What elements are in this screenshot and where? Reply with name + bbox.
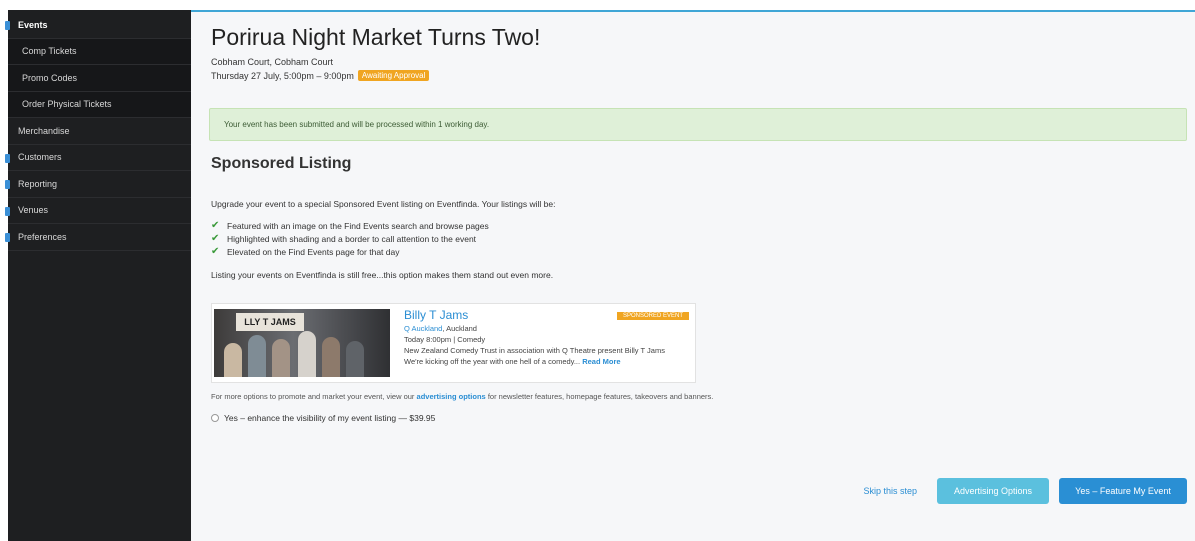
read-more-link[interactable]: Read More xyxy=(582,357,620,366)
sidebar-item-label: Comp Tickets xyxy=(22,46,77,57)
sidebar-item-merchandise[interactable]: Merchandise xyxy=(8,118,191,145)
alert-message: Your event has been submitted and will b… xyxy=(224,120,490,129)
venue-link[interactable]: Q Auckland xyxy=(404,324,442,333)
event-datetime: Thursday 27 July, 5:00pm – 9:00pm xyxy=(211,70,354,81)
app-frame: Events Comp Tickets Promo Codes Order Ph… xyxy=(5,10,1195,541)
person-figure xyxy=(322,337,340,377)
success-alert: Your event has been submitted and will b… xyxy=(209,108,1187,141)
sidebar-item-label: Events xyxy=(18,19,48,30)
benefit-text: Elevated on the Find Events page for tha… xyxy=(227,246,400,257)
benefits-list: ✔ Featured with an image on the Find Even… xyxy=(211,219,1187,258)
upgrade-option[interactable]: Yes – enhance the visibility of my event… xyxy=(211,413,1187,423)
desc-text: We're kicking off the year with one hell… xyxy=(404,357,581,366)
skip-step-link[interactable]: Skip this step xyxy=(863,486,917,496)
sidebar-item-order-physical-tickets[interactable]: Order Physical Tickets xyxy=(8,91,191,118)
sponsored-intro: Upgrade your event to a special Sponsore… xyxy=(211,199,556,209)
person-figure xyxy=(346,341,364,377)
status-badge: Awaiting Approval xyxy=(357,70,430,81)
sidebar-item-label: Preferences xyxy=(18,231,67,242)
sidebar-item-comp-tickets[interactable]: Comp Tickets xyxy=(8,38,191,65)
sidebar-item-label: Reporting xyxy=(18,178,58,189)
sidebar-item-label: Venues xyxy=(18,205,49,216)
sidebar-item-label: Promo Codes xyxy=(22,72,78,83)
sidebar-item-promo-codes[interactable]: Promo Codes xyxy=(8,65,191,92)
person-figure xyxy=(248,335,266,377)
person-figure xyxy=(272,339,290,377)
free-note: Listing your events on Eventfinda is sti… xyxy=(211,270,554,280)
person-figure xyxy=(224,343,242,377)
sidebar-item-label: Merchandise xyxy=(18,125,70,136)
example-listing-card: LLY T JAMS Billy T Jams Q Auckland, Auck… xyxy=(211,303,696,383)
event-venue: Cobham Court, Cobham Court xyxy=(211,57,334,67)
section-title: Sponsored Listing xyxy=(211,155,352,172)
benefit-text: Highlighted with shading and a border to… xyxy=(227,233,477,244)
sidebar-item-label: Customers xyxy=(18,152,62,163)
sidebar-item-label: Order Physical Tickets xyxy=(22,99,112,110)
page-title: Porirua Night Market Turns Two! xyxy=(211,24,541,50)
card-venue: Q Auckland, Auckland xyxy=(404,324,695,333)
advertising-options-text: For more options to promote and market y… xyxy=(211,392,1187,401)
sponsored-badge: SPONSORED EVENT xyxy=(616,312,689,320)
check-icon: ✔ xyxy=(211,220,220,231)
feature-event-button[interactable]: Yes – Feature My Event xyxy=(1059,478,1187,504)
expand-marker-icon xyxy=(5,180,10,189)
card-body: Billy T Jams Q Auckland, Auckland Today … xyxy=(390,304,695,382)
benefit-text: Featured with an image on the Find Event… xyxy=(227,220,489,231)
expand-marker-icon xyxy=(5,153,10,163)
card-description-more: We're kicking off the year with one hell… xyxy=(404,357,695,366)
main-content: Porirua Night Market Turns Two! Cobham C… xyxy=(191,10,1195,541)
sidebar-item-customers[interactable]: Customers xyxy=(5,145,191,171)
advertising-options-link[interactable]: advertising options xyxy=(417,392,486,401)
event-image: LLY T JAMS xyxy=(214,309,390,377)
list-item: ✔ Highlighted with shading and a border t… xyxy=(211,232,1187,245)
card-time: Today 8:00pm | Comedy xyxy=(404,335,486,344)
expand-marker-icon xyxy=(5,21,10,30)
sidebar-item-venues[interactable]: Venues xyxy=(5,198,191,224)
sidebar-item-events[interactable]: Events xyxy=(5,12,191,39)
action-bar: Skip this step Advertising Options Yes –… xyxy=(863,478,1187,504)
check-icon: ✔ xyxy=(211,233,220,244)
sidebar-item-preferences[interactable]: Preferences xyxy=(5,224,191,251)
list-item: ✔ Elevated on the Find Events page for th… xyxy=(211,245,1187,258)
expand-marker-icon xyxy=(5,233,10,242)
upgrade-label: Yes – enhance the visibility of my event… xyxy=(224,413,436,423)
event-date-row: Thursday 27 July, 5:00pm – 9:00pm Awaiti… xyxy=(211,70,1187,81)
advertising-options-button[interactable]: Advertising Options xyxy=(937,478,1049,504)
upgrade-radio[interactable] xyxy=(211,414,219,422)
options-suffix: for newsletter features, homepage featur… xyxy=(487,392,714,401)
check-icon: ✔ xyxy=(211,246,220,257)
sidebar-item-reporting[interactable]: Reporting xyxy=(5,171,191,198)
options-prefix: For more options to promote and market y… xyxy=(211,392,415,401)
venue-city: , Auckland xyxy=(442,324,477,333)
card-description: New Zealand Comedy Trust in association … xyxy=(404,346,665,355)
expand-marker-icon xyxy=(5,206,10,216)
person-figure xyxy=(298,331,316,377)
list-item: ✔ Featured with an image on the Find Even… xyxy=(211,219,1187,232)
poster-text: LLY T JAMS xyxy=(236,313,304,331)
sidebar: Events Comp Tickets Promo Codes Order Ph… xyxy=(5,10,191,541)
